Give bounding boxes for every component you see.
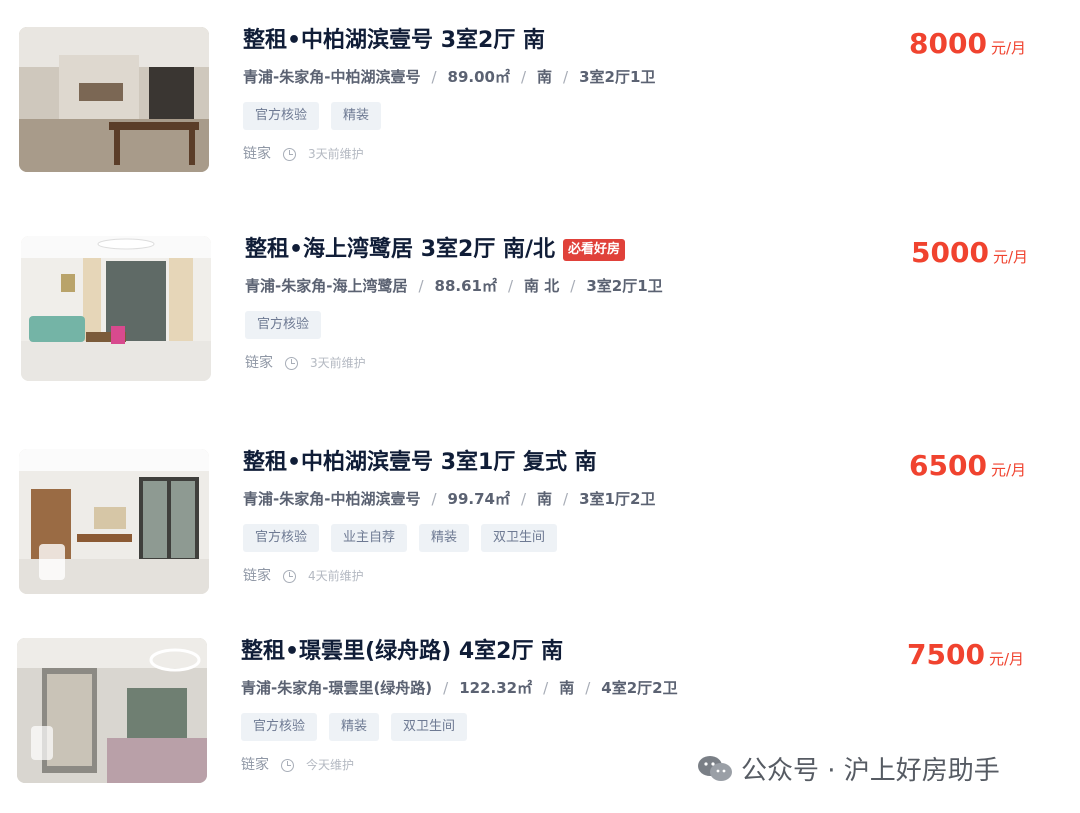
separator: / bbox=[431, 68, 437, 86]
separator: / bbox=[520, 68, 527, 86]
clock-icon bbox=[285, 356, 298, 370]
tag: 精装 bbox=[419, 524, 470, 552]
watermark-text: 公众号 · 沪上好房助手 bbox=[741, 756, 1000, 786]
clock-icon bbox=[281, 758, 294, 772]
listing-source: 链家 bbox=[241, 757, 269, 773]
tag: 官方核验 bbox=[243, 524, 320, 552]
listing-area: 122.32㎡ bbox=[459, 679, 533, 697]
listing-tags: 官方核验 精装 双卫生间 bbox=[241, 713, 861, 741]
listing-price: 8000 元/月 bbox=[909, 27, 1026, 60]
listing-source: 链家 bbox=[245, 355, 273, 371]
listing-updated: 3天前维护 bbox=[308, 147, 364, 161]
listing-location[interactable]: 青浦-朱家角-中柏湖滨壹号 bbox=[243, 68, 420, 86]
listing-footer: 链家 3天前维护 bbox=[243, 144, 863, 164]
listing-meta: 青浦-朱家角-璟雲里(绿舟路) / 122.32㎡ / 南 / 4室2厅2卫 bbox=[241, 678, 861, 698]
listing-tags: 官方核验 精装 bbox=[243, 102, 863, 130]
tag: 官方核验 bbox=[245, 311, 322, 339]
listing-meta: 青浦-朱家角-海上湾鹭居 / 88.61㎡ / 南 北 / 3室2厅1卫 bbox=[245, 276, 865, 296]
listing-source: 链家 bbox=[243, 146, 271, 162]
listing-card[interactable]: 整租•中柏湖滨壹号 3室1厅 复式 南 青浦-朱家角-中柏湖滨壹号 / 99.74㎡… bbox=[0, 449, 1080, 599]
listing-orientation: 南 北 bbox=[524, 277, 560, 295]
listing-layout: 3室1厅2卫 bbox=[579, 490, 656, 508]
listing-title[interactable]: 整租•中柏湖滨壹号 3室1厅 复式 南 bbox=[243, 449, 863, 477]
separator: / bbox=[431, 490, 437, 508]
listing-title[interactable]: 整租•璟雲里(绿舟路) 4室2厅 南 bbox=[241, 638, 861, 666]
listing-orientation: 南 bbox=[537, 68, 553, 86]
tag: 官方核验 bbox=[243, 102, 320, 130]
listing-updated: 3天前维护 bbox=[310, 356, 366, 370]
separator: / bbox=[443, 679, 449, 697]
tag: 业主自荐 bbox=[331, 524, 408, 552]
listing-title[interactable]: 整租•海上湾鹭居 3室2厅 南/北 必看好房 bbox=[245, 236, 865, 264]
listing-photo[interactable] bbox=[19, 27, 209, 172]
listing-price: 7500 元/月 bbox=[907, 638, 1024, 671]
listing-updated: 4天前维护 bbox=[308, 569, 364, 583]
clock-icon bbox=[283, 147, 296, 161]
listing-layout: 4室2厅2卫 bbox=[601, 679, 678, 697]
listing-layout: 3室2厅1卫 bbox=[586, 277, 663, 295]
tag: 精装 bbox=[331, 102, 382, 130]
listing-source: 链家 bbox=[243, 568, 271, 584]
listing-card[interactable]: 整租•海上湾鹭居 3室2厅 南/北 必看好房 青浦-朱家角-海上湾鹭居 / 88.6… bbox=[0, 236, 1080, 386]
listing-price: 6500 元/月 bbox=[909, 449, 1026, 482]
listing-area: 89.00㎡ bbox=[447, 68, 510, 86]
listing-footer: 链家 3天前维护 bbox=[245, 353, 865, 373]
tag: 双卫生间 bbox=[391, 713, 468, 741]
listing-location[interactable]: 青浦-朱家角-中柏湖滨壹号 bbox=[243, 490, 420, 508]
separator: / bbox=[520, 490, 527, 508]
separator: / bbox=[570, 277, 576, 295]
watermark: 公众号 · 沪上好房助手 bbox=[697, 750, 1000, 787]
listing-area: 99.74㎡ bbox=[447, 490, 510, 508]
listing-title[interactable]: 整租•中柏湖滨壹号 3室2厅 南 bbox=[243, 27, 863, 55]
listing-tags: 官方核验 业主自荐 精装 双卫生间 bbox=[243, 524, 863, 552]
separator: / bbox=[563, 490, 569, 508]
listing-layout: 3室2厅1卫 bbox=[579, 68, 656, 86]
separator: / bbox=[507, 277, 514, 295]
separator: / bbox=[418, 277, 424, 295]
tag: 双卫生间 bbox=[481, 524, 558, 552]
listing-meta: 青浦-朱家角-中柏湖滨壹号 / 99.74㎡ / 南 / 3室1厅2卫 bbox=[243, 489, 863, 509]
listing-footer: 链家 4天前维护 bbox=[243, 566, 863, 586]
listing-orientation: 南 bbox=[559, 679, 575, 697]
listing-photo[interactable] bbox=[17, 638, 207, 783]
listing-photo[interactable] bbox=[19, 449, 209, 594]
listing-location[interactable]: 青浦-朱家角-璟雲里(绿舟路) bbox=[241, 679, 432, 697]
tag: 精装 bbox=[329, 713, 380, 741]
badge-must-see: 必看好房 bbox=[563, 239, 626, 261]
listing-meta: 青浦-朱家角-中柏湖滨壹号 / 89.00㎡ / 南 / 3室2厅1卫 bbox=[243, 67, 863, 87]
separator: / bbox=[543, 679, 549, 697]
listing-tags: 官方核验 bbox=[245, 311, 865, 339]
listing-updated: 今天维护 bbox=[306, 758, 355, 772]
listing-card[interactable]: 整租•中柏湖滨壹号 3室2厅 南 青浦-朱家角-中柏湖滨壹号 / 89.00㎡ / 南 /… bbox=[0, 27, 1080, 177]
separator: / bbox=[585, 679, 591, 697]
listing-location[interactable]: 青浦-朱家角-海上湾鹭居 bbox=[245, 277, 407, 295]
listing-photo[interactable] bbox=[21, 236, 211, 381]
wechat-icon bbox=[698, 755, 732, 781]
listing-area: 88.61㎡ bbox=[434, 277, 497, 295]
separator: / bbox=[563, 68, 569, 86]
tag: 官方核验 bbox=[241, 713, 318, 741]
listing-price: 5000 元/月 bbox=[911, 236, 1028, 269]
clock-icon bbox=[283, 569, 296, 583]
listing-orientation: 南 bbox=[537, 490, 553, 508]
